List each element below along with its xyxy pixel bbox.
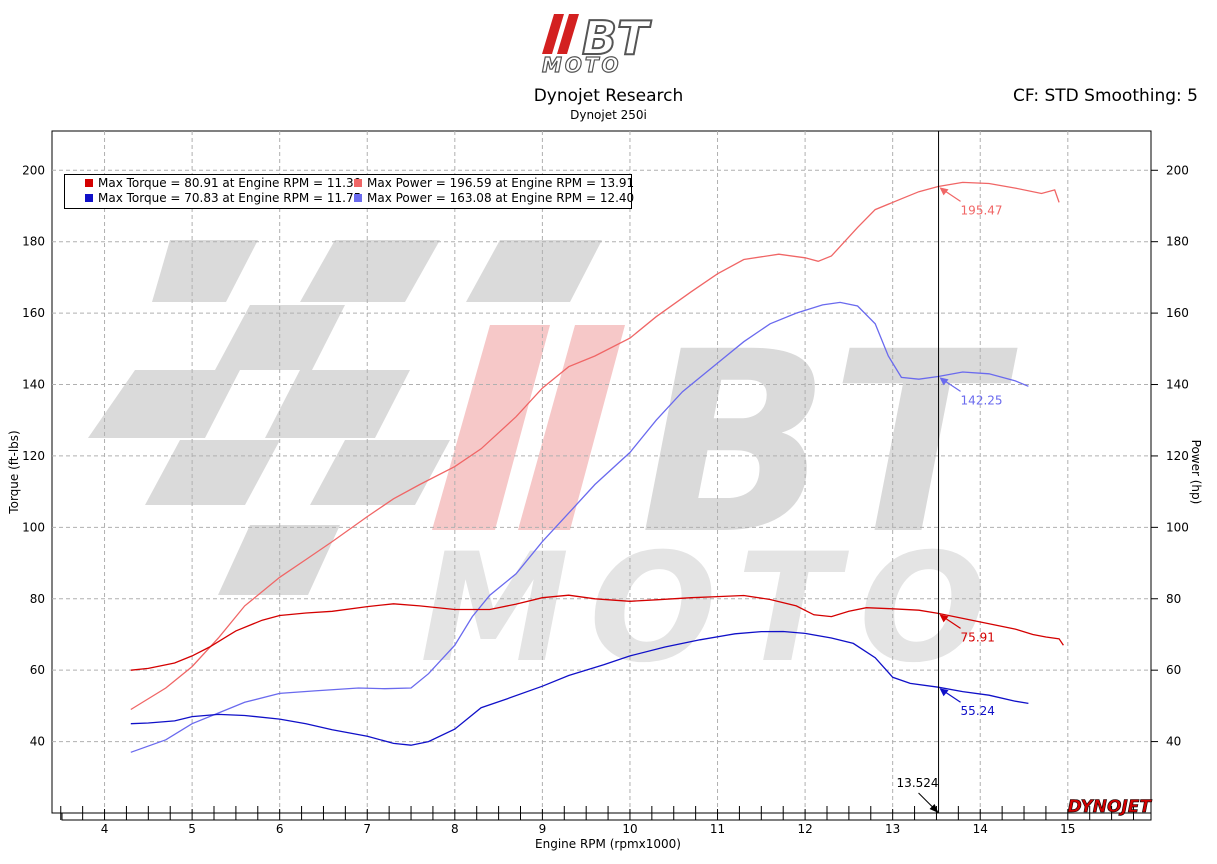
cursor-value-label: 75.91 <box>961 630 995 644</box>
x-tick-label: 14 <box>973 822 988 836</box>
legend-text: Max Torque = 80.91 at Engine RPM = 11.30 <box>98 176 362 190</box>
x-tick-label: 8 <box>451 822 459 836</box>
legend-swatch <box>85 179 93 187</box>
y-tick-label: 180 <box>22 235 45 249</box>
y-tick-label: 200 <box>22 163 45 177</box>
x-tick-label: 7 <box>363 822 371 836</box>
y2-tick-label: 180 <box>1166 235 1189 249</box>
legend-text: Max Power = 163.08 at Engine RPM = 12.40 <box>367 191 635 205</box>
x-tick-label: 13 <box>885 822 900 836</box>
legend-swatch <box>85 194 93 202</box>
cursor-value-label: 142.25 <box>961 393 1003 407</box>
y2-tick-label: 100 <box>1166 520 1189 534</box>
legend: Max Torque = 80.91 at Engine RPM = 11.30… <box>64 174 634 209</box>
y-tick-label: 40 <box>30 735 45 749</box>
y-axis-title: Torque (ft-lbs) <box>7 430 21 514</box>
y-tick-label: 140 <box>22 378 45 392</box>
x-tick-label: 4 <box>101 822 109 836</box>
legend-swatch <box>354 194 362 202</box>
legend-entry: Max Power = 163.08 at Engine RPM = 12.40 <box>354 191 634 206</box>
legend-text: Max Power = 196.59 at Engine RPM = 13.91 <box>367 176 635 190</box>
x-tick-label: 6 <box>276 822 284 836</box>
x-axis-ruler <box>61 812 1152 821</box>
dyno-chart: BT MOTO BT MOTO 4 5 6 7 8 9 10 11 12 13 14 1540 4060… <box>7 10 1203 851</box>
x-tick-label: 5 <box>188 822 196 836</box>
bt-moto-logo: BT MOTO <box>541 10 653 78</box>
y2-tick-label: 40 <box>1166 735 1181 749</box>
legend-text: Max Torque = 70.83 at Engine RPM = 11.75 <box>98 191 362 205</box>
correction-info: CF: STD Smoothing: 5 <box>1013 86 1198 106</box>
y2-tick-label: 60 <box>1166 663 1181 677</box>
y-tick-label: 100 <box>22 520 45 534</box>
x-tick-label: 10 <box>622 822 637 836</box>
chart-subtitle: Dynojet 250i <box>570 108 647 122</box>
y2-tick-label: 80 <box>1166 592 1181 606</box>
dynojet-brand-mark: DYNOJET <box>1068 797 1153 817</box>
x-tick-label: 12 <box>797 822 812 836</box>
legend-swatch <box>354 179 362 187</box>
y-tick-label: 80 <box>30 592 45 606</box>
legend-entry: Max Power = 196.59 at Engine RPM = 13.91 <box>354 176 634 191</box>
cursor-value-label: 55.24 <box>961 704 995 718</box>
y2-tick-label: 120 <box>1166 449 1189 463</box>
legend-entry: Max Torque = 70.83 at Engine RPM = 11.75 <box>85 191 361 206</box>
y2-tick-label: 200 <box>1166 163 1189 177</box>
y2-tick-label: 140 <box>1166 378 1189 392</box>
y-tick-label: 120 <box>22 449 45 463</box>
cursor-value-label: 195.47 <box>961 203 1003 217</box>
legend-entry: Max Torque = 80.91 at Engine RPM = 11.30 <box>85 176 361 191</box>
x-tick-label: 9 <box>539 822 547 836</box>
x-tick-label: 15 <box>1060 822 1075 836</box>
cursor-x-label: 13.524 <box>897 776 939 790</box>
x-axis-title: Engine RPM (rpmx1000) <box>535 837 681 851</box>
y2-tick-label: 160 <box>1166 306 1189 320</box>
logo-moto: MOTO <box>542 53 622 77</box>
y-tick-label: 60 <box>30 663 45 677</box>
y2-axis-title: Power (hp) <box>1189 440 1203 505</box>
x-tick-label: 11 <box>710 822 725 836</box>
y-tick-label: 160 <box>22 306 45 320</box>
